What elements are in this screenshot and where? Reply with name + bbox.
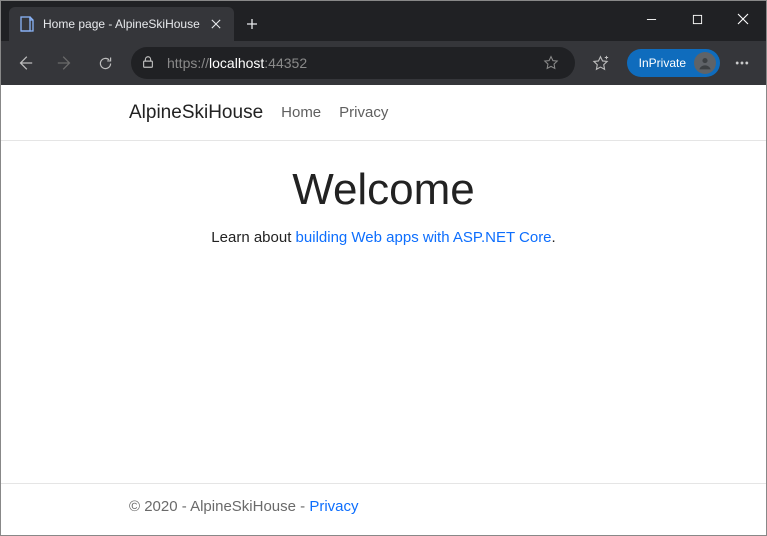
window-maximize-button[interactable] [674,1,720,37]
tab-close-button[interactable] [208,16,224,32]
window-minimize-button[interactable] [628,1,674,37]
tab-title: Home page - AlpineSkiHouse [43,17,200,31]
nav-privacy-link[interactable]: Privacy [339,104,388,121]
refresh-button[interactable] [87,45,123,81]
page-heading: Welcome [1,165,766,215]
main-content: Welcome Learn about building Web apps wi… [1,141,766,483]
address-bar[interactable]: https://localhost:44352 [131,47,575,79]
url-text: https://localhost:44352 [167,55,537,71]
inprivate-indicator[interactable]: InPrivate [627,49,720,77]
inprivate-label: InPrivate [639,56,686,70]
lead-suffix: . [552,229,556,246]
titlebar: Home page - AlpineSkiHouse [1,1,766,41]
page-viewport: AlpineSkiHouse Home Privacy Welcome Lear… [1,85,766,535]
browser-toolbar: https://localhost:44352 InPrivate [1,41,766,85]
profile-avatar-icon [694,52,716,74]
url-scheme: https:// [167,55,209,71]
lead-paragraph: Learn about building Web apps with ASP.N… [1,229,766,246]
lead-link[interactable]: building Web apps with ASP.NET Core [296,229,552,246]
site-header: AlpineSkiHouse Home Privacy [1,85,766,141]
page-favicon-icon [19,16,35,32]
footer-privacy-link[interactable]: Privacy [309,498,358,515]
site-footer: © 2020 - AlpineSkiHouse - Privacy [1,483,766,535]
new-tab-button[interactable] [238,10,266,38]
browser-tab[interactable]: Home page - AlpineSkiHouse [9,7,234,41]
url-port: :44352 [264,55,307,71]
favorite-button[interactable] [537,49,565,77]
window-close-button[interactable] [720,1,766,37]
forward-button[interactable] [47,45,83,81]
lock-icon [141,55,157,71]
footer-text: © 2020 - AlpineSkiHouse - [129,498,309,515]
browser-window: Home page - AlpineSkiHouse [0,0,767,536]
favorites-button[interactable] [583,45,619,81]
menu-button[interactable] [724,45,760,81]
lead-prefix: Learn about [211,229,295,246]
brand-link[interactable]: AlpineSkiHouse [129,102,263,124]
url-host: localhost [209,55,264,71]
back-button[interactable] [7,45,43,81]
nav-home-link[interactable]: Home [281,104,321,121]
